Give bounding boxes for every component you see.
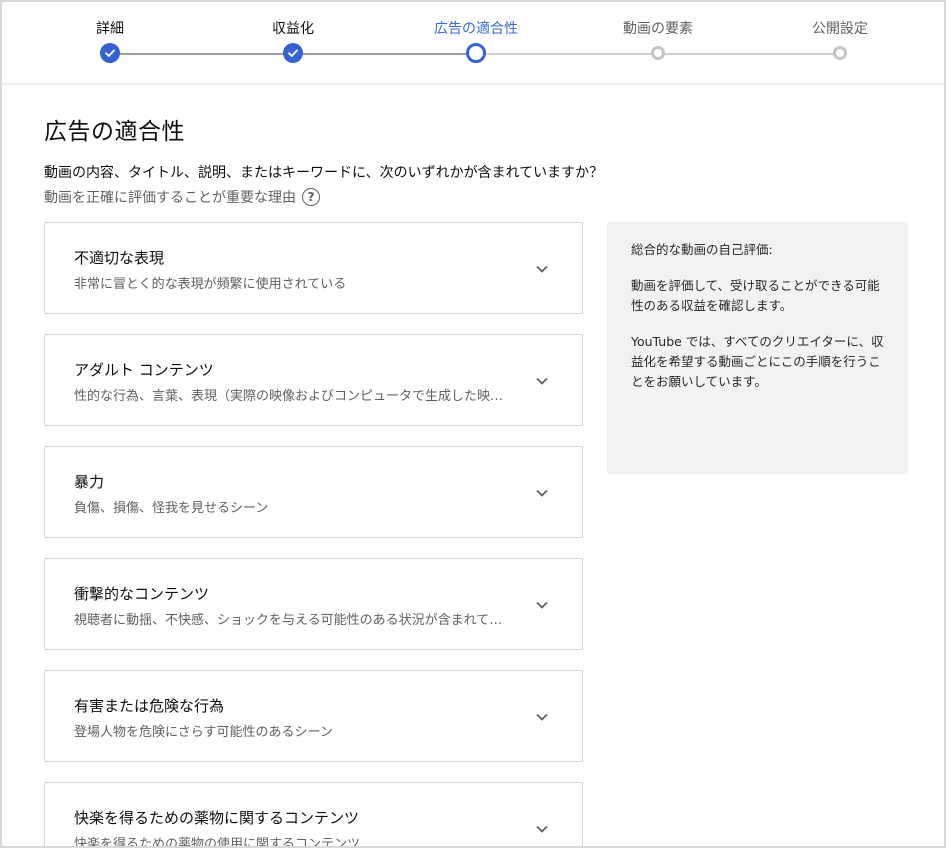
card-title: 衝撃的なコンテンツ bbox=[74, 585, 210, 603]
category-card-harmful-acts[interactable]: 有害または危険な行為 登場人物を危険にさらす可能性のあるシーン bbox=[44, 670, 583, 762]
upload-dialog: 詳細 収益化 広告の適合性 動画の要素 公開設定 広告の適合性 動画の内容、タイ… bbox=[0, 0, 946, 848]
help-circle-icon[interactable]: ? bbox=[302, 188, 320, 206]
card-description: 登場人物を危険にさらす可能性のあるシーン bbox=[74, 725, 333, 740]
card-title: 暴力 bbox=[74, 473, 105, 491]
card-description: 非常に冒とく的な表現が頻繁に使用されている bbox=[74, 277, 347, 292]
category-card-adult[interactable]: アダルト コンテンツ 性的な行為、言葉、表現（実際の映像およびコンピュータで生成… bbox=[44, 334, 583, 426]
page-title: 広告の適合性 bbox=[44, 119, 185, 145]
reason-link[interactable]: 動画を正確に評価することが重要な理由 bbox=[44, 187, 296, 207]
chevron-down-icon[interactable] bbox=[532, 707, 552, 727]
step-label: 公開設定 bbox=[812, 21, 868, 37]
reason-link-row[interactable]: 動画を正確に評価することが重要な理由 ? bbox=[44, 187, 320, 207]
self-rating-info-panel: 総合的な動画の自己評価: 動画を評価して、受け取ることができる可能性のある収益を… bbox=[607, 222, 908, 474]
progress-stepper: 詳細 収益化 広告の適合性 動画の要素 公開設定 bbox=[2, 2, 944, 85]
step-label: 広告の適合性 bbox=[434, 21, 518, 37]
chevron-down-icon[interactable] bbox=[532, 371, 552, 391]
category-card-profanity[interactable]: 不適切な表現 非常に冒とく的な表現が頻繁に使用されている bbox=[44, 222, 583, 314]
chevron-down-icon[interactable] bbox=[532, 595, 552, 615]
card-title: 不適切な表現 bbox=[74, 249, 165, 267]
panel-paragraph: 動画を評価して、受け取ることができる可能性のある収益を確認します。 bbox=[631, 278, 880, 313]
card-description: 負傷、損傷、怪我を見せるシーン bbox=[74, 501, 269, 516]
card-title: 快楽を得るための薬物に関するコンテンツ bbox=[74, 809, 360, 827]
card-title: アダルト コンテンツ bbox=[74, 361, 214, 379]
check-icon bbox=[100, 43, 120, 63]
check-icon bbox=[283, 43, 303, 63]
chevron-down-icon[interactable] bbox=[532, 259, 552, 279]
category-card-shocking[interactable]: 衝撃的なコンテンツ 視聴者に動揺、不快感、ショックを与える可能性のある状況が含ま… bbox=[44, 558, 583, 650]
category-card-violence[interactable]: 暴力 負傷、損傷、怪我を見せるシーン bbox=[44, 446, 583, 538]
question-text: 動画の内容、タイトル、説明、またはキーワードに、次のいずれかが含まれていますか？ bbox=[44, 165, 604, 181]
chevron-down-icon[interactable] bbox=[532, 483, 552, 503]
panel-paragraph: YouTube では、すべてのクリエイターに、収益化を希望する動画ごとにこの手順… bbox=[631, 334, 884, 389]
chevron-down-icon[interactable] bbox=[532, 819, 552, 839]
card-description: 性的な行為、言葉、表現（実際の映像およびコンピュータで生成した映像... bbox=[74, 389, 514, 404]
pending-step-icon bbox=[833, 46, 847, 60]
card-title: 有害または危険な行為 bbox=[74, 697, 225, 715]
step-label: 詳細 bbox=[96, 21, 124, 37]
step-label: 動画の要素 bbox=[623, 21, 693, 37]
pending-step-icon bbox=[651, 46, 665, 60]
step-label: 収益化 bbox=[272, 21, 314, 37]
card-description: 視聴者に動揺、不快感、ショックを与える可能性のある状況が含まれてい... bbox=[74, 613, 514, 628]
current-step-icon bbox=[466, 43, 486, 63]
category-card-recreational-drugs[interactable]: 快楽を得るための薬物に関するコンテンツ 快楽を得るための薬物の使用に関するコンテ… bbox=[44, 782, 583, 848]
card-description: 快楽を得るための薬物の使用に関するコンテンツ bbox=[74, 837, 361, 848]
panel-heading: 総合的な動画の自己評価: bbox=[631, 242, 773, 257]
